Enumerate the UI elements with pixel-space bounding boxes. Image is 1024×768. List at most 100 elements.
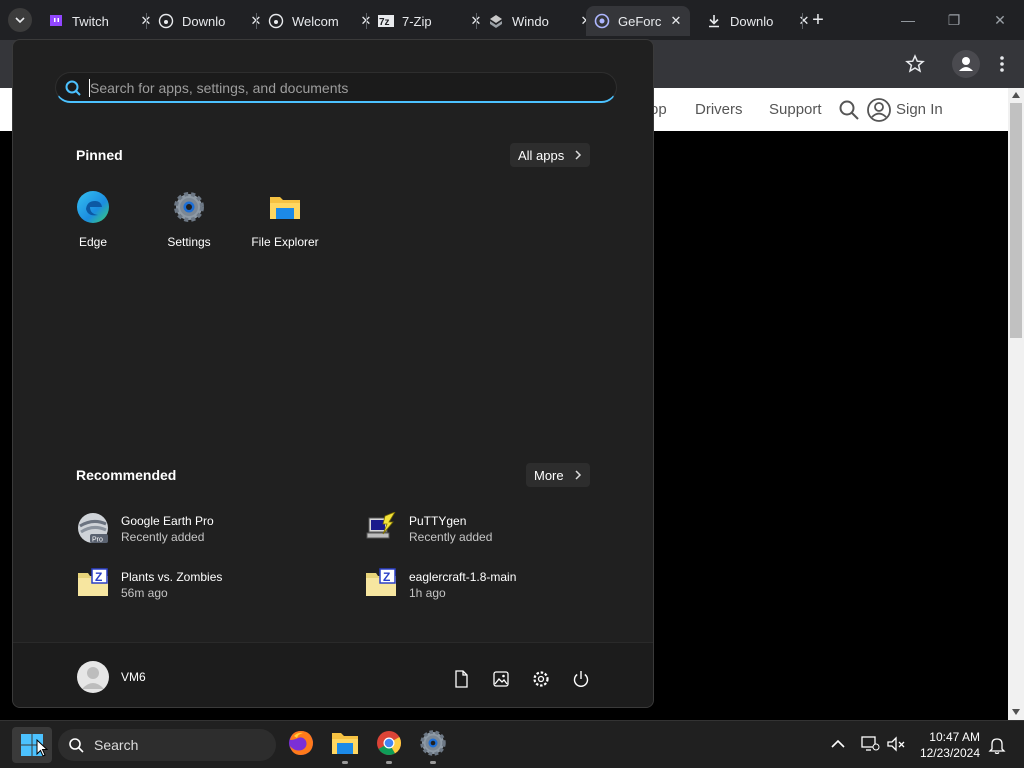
- geforce-icon: [594, 13, 610, 29]
- recommended-item-subtitle: Recently added: [121, 530, 205, 544]
- tab-title: Downlo: [730, 13, 774, 29]
- start-menu-footer: VM6: [13, 642, 653, 707]
- recommended-item[interactable]: Z Plants vs. Zombies 56m ago: [77, 568, 337, 608]
- tab-title: Twitch: [72, 13, 109, 29]
- clock-date: 12/23/2024: [919, 746, 980, 760]
- more-vert-icon[interactable]: [996, 54, 1008, 74]
- running-indicator: [430, 761, 436, 764]
- clock-time: 10:47 AM: [929, 730, 980, 744]
- tab-title: Windo: [512, 13, 549, 29]
- tab-separator: [366, 13, 367, 29]
- tab-windows[interactable]: Windo ✕: [488, 6, 594, 36]
- chevron-down-icon: [15, 17, 25, 24]
- chevron-right-icon: [575, 470, 581, 480]
- search-icon: [65, 80, 81, 96]
- system-clock[interactable]: 10:47 AM 12/23/2024: [920, 729, 980, 761]
- tab-download-2[interactable]: Downlo ✕: [706, 6, 812, 36]
- documents-icon[interactable]: [452, 670, 470, 688]
- search-icon: [69, 738, 84, 753]
- github-icon: [158, 13, 174, 29]
- restore-button[interactable]: ❐: [944, 10, 964, 30]
- chrome-icon[interactable]: [374, 728, 404, 758]
- start-menu: Search for apps, settings, and documents…: [12, 39, 654, 708]
- tab-title: 7-Zip: [402, 13, 432, 29]
- recommended-item[interactable]: Z eaglercraft-1.8-main 1h ago: [365, 568, 625, 608]
- taskbar-search-placeholder: Search: [94, 737, 139, 753]
- chevron-up-icon[interactable]: [830, 737, 846, 751]
- tab-geforce[interactable]: GeForc ✕: [586, 6, 690, 36]
- close-window-button[interactable]: ✕: [990, 10, 1010, 30]
- mouse-cursor-icon: [36, 739, 48, 757]
- profile-button[interactable]: [952, 50, 980, 78]
- running-indicator: [386, 761, 392, 764]
- pinned-app-file-explorer[interactable]: File Explorer: [240, 190, 330, 249]
- more-button[interactable]: More: [526, 463, 590, 487]
- all-apps-label: All apps: [518, 147, 565, 163]
- recommended-item-name: Google Earth Pro: [121, 514, 214, 528]
- start-button[interactable]: [12, 727, 52, 763]
- search-icon[interactable]: [838, 99, 860, 121]
- taskbar: Search 10:47 AM 12/23/2024: [0, 720, 1024, 768]
- scrollbar-thumb[interactable]: [1010, 103, 1022, 338]
- user-name[interactable]: VM6: [121, 670, 146, 684]
- tab-separator: [146, 13, 147, 29]
- recommended-item-subtitle: 1h ago: [409, 586, 446, 600]
- pinned-app-label: Settings: [167, 235, 211, 249]
- tab-title: GeForc: [618, 13, 662, 29]
- recommended-item[interactable]: PuTTYgen Recently added: [365, 512, 625, 552]
- recommended-item-name: PuTTYgen: [409, 514, 467, 528]
- more-label: More: [534, 467, 564, 483]
- 7zip-icon: 7z: [378, 13, 394, 29]
- recommended-item-subtitle: Recently added: [409, 530, 493, 544]
- github-icon: [268, 13, 284, 29]
- nav-item-drivers[interactable]: Drivers: [695, 101, 743, 118]
- tab-close-icon[interactable]: ✕: [668, 13, 684, 29]
- user-avatar[interactable]: [77, 661, 109, 693]
- chevron-right-icon: [575, 150, 582, 160]
- pictures-icon[interactable]: [492, 670, 510, 688]
- power-icon[interactable]: [572, 670, 590, 688]
- recommended-item[interactable]: Pro Google Earth Pro Recently added: [77, 512, 337, 552]
- scroll-down-icon[interactable]: [1012, 709, 1020, 715]
- tab-search-button[interactable]: [8, 8, 32, 32]
- profile-icon: [959, 57, 973, 71]
- new-tab-button[interactable]: +: [808, 10, 828, 30]
- edge-icon: [77, 191, 109, 223]
- recommended-heading: Recommended: [76, 467, 177, 483]
- windows-icon: [488, 13, 504, 29]
- svg-text:Pro: Pro: [92, 537, 103, 544]
- recommended-item-subtitle: 56m ago: [121, 586, 168, 600]
- volume-muted-icon[interactable]: [886, 735, 906, 753]
- tab-7zip[interactable]: 7z 7-Zip ✕: [378, 6, 484, 36]
- tab-title: Downlo: [182, 13, 226, 29]
- scroll-up-icon[interactable]: [1012, 92, 1020, 98]
- start-search-input[interactable]: Search for apps, settings, and documents: [55, 72, 617, 103]
- notification-bell-icon[interactable]: [988, 736, 1006, 754]
- settings-icon[interactable]: [418, 728, 448, 758]
- account-icon[interactable]: [866, 97, 892, 123]
- pinned-app-label: File Explorer: [251, 235, 319, 249]
- twitch-icon: [48, 13, 64, 29]
- bookmark-star-icon[interactable]: [905, 54, 925, 74]
- pinned-app-label: Edge: [78, 235, 108, 249]
- tab-download[interactable]: Downlo ✕: [158, 6, 264, 36]
- minimize-button[interactable]: —: [898, 10, 918, 30]
- pinned-app-settings[interactable]: Settings: [144, 190, 234, 249]
- pinned-app-edge[interactable]: Edge: [48, 190, 138, 249]
- nav-item-support[interactable]: Support: [769, 101, 822, 118]
- sign-in-link[interactable]: Sign In: [896, 101, 943, 118]
- tab-welcome[interactable]: Welcom ✕: [268, 6, 374, 36]
- user-icon: [82, 667, 104, 689]
- file-explorer-icon[interactable]: [330, 728, 360, 758]
- taskbar-search-input[interactable]: Search: [58, 729, 276, 761]
- tab-twitch[interactable]: Twitch ✕: [48, 6, 154, 36]
- running-indicator: [342, 761, 348, 764]
- zip-folder-icon: Z: [366, 568, 396, 596]
- network-icon[interactable]: [860, 735, 880, 753]
- pinned-heading: Pinned: [76, 147, 123, 163]
- firefox-icon[interactable]: [286, 728, 316, 758]
- all-apps-button[interactable]: All apps: [510, 143, 590, 167]
- file-explorer-icon: [270, 197, 300, 219]
- search-placeholder: Search for apps, settings, and documents: [90, 80, 349, 96]
- settings-icon[interactable]: [532, 670, 550, 688]
